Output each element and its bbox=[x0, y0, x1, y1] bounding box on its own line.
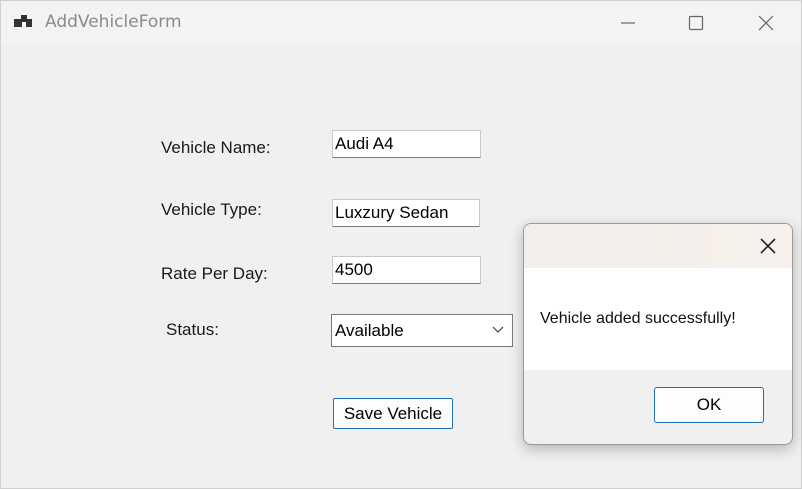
window-title: AddVehicleForm bbox=[45, 12, 182, 32]
close-icon[interactable] bbox=[758, 236, 778, 256]
vehicle-type-label: Vehicle Type: bbox=[161, 200, 262, 219]
message-box-titlebar[interactable] bbox=[524, 224, 792, 268]
status-dropdown[interactable]: Available bbox=[331, 314, 513, 347]
ok-button[interactable]: OK bbox=[654, 387, 764, 423]
vehicle-name-input[interactable] bbox=[332, 130, 481, 158]
vehicle-name-label: Vehicle Name: bbox=[161, 138, 271, 157]
title-bar[interactable]: AddVehicleForm bbox=[1, 1, 801, 45]
maximize-button[interactable] bbox=[661, 1, 731, 45]
minimize-button[interactable] bbox=[593, 1, 663, 45]
chevron-down-icon bbox=[492, 326, 504, 333]
close-button[interactable] bbox=[731, 1, 801, 45]
message-text: Vehicle added successfully! bbox=[540, 310, 736, 327]
message-box-body: Vehicle added successfully! bbox=[524, 268, 792, 370]
minimize-icon bbox=[621, 22, 635, 24]
maximize-icon bbox=[688, 15, 704, 31]
status-label: Status: bbox=[166, 320, 219, 339]
app-window-icon bbox=[14, 15, 32, 27]
close-icon bbox=[758, 15, 774, 31]
message-box-dialog: Vehicle added successfully! OK bbox=[523, 223, 793, 445]
status-selected-value: Available bbox=[335, 321, 404, 340]
rate-per-day-input[interactable] bbox=[332, 256, 481, 284]
vehicle-type-input[interactable] bbox=[332, 199, 480, 227]
rate-per-day-label: Rate Per Day: bbox=[161, 264, 268, 283]
save-vehicle-button[interactable]: Save Vehicle bbox=[333, 398, 453, 429]
